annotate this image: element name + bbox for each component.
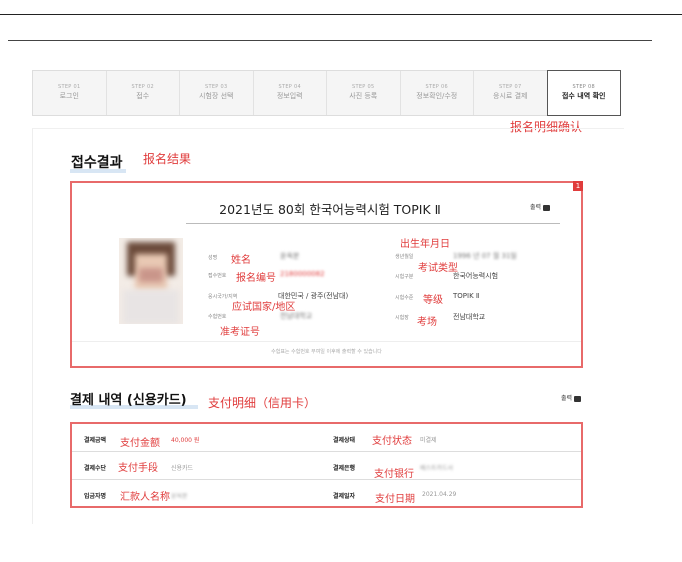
step-2[interactable]: STEP 02 접수 (107, 71, 180, 115)
status-label: 결제상태 (333, 437, 356, 444)
ticket-value: 전남대학교 (280, 312, 313, 320)
method-label: 결제수단 (84, 465, 107, 472)
site-label: 시험장 (395, 315, 409, 321)
annotation-status: 支付状态 (372, 436, 412, 447)
step-number: STEP 07 (499, 84, 522, 90)
annotation-name: 姓名 (231, 255, 251, 266)
reg-number-label: 접수번호 (208, 273, 227, 279)
bank-value: 베스트카드사 (420, 465, 454, 472)
step-4[interactable]: STEP 04 정보입력 (254, 71, 327, 115)
amount-value: 40,000 원 (171, 437, 200, 444)
step-6[interactable]: STEP 06 정보확인/수정 (401, 71, 474, 115)
row-divider (72, 451, 581, 452)
print-label: 출력 (530, 204, 542, 211)
annotation-date: 支付日期 (375, 494, 415, 505)
print-button-result[interactable]: 출력 (530, 202, 551, 211)
birth-label: 생년월일 (395, 254, 414, 260)
amount-label: 결제금액 (84, 437, 107, 444)
step-number: STEP 06 (425, 84, 448, 90)
header-divider (8, 40, 652, 41)
level-label: 시험수준 (395, 295, 414, 301)
date-value: 2021.04.29 (422, 491, 457, 498)
level-value: TOPIK Ⅱ (453, 292, 480, 300)
step-8-active[interactable]: STEP 08 접수 내역 확인 (546, 70, 621, 116)
method-value: 신용카드 (171, 465, 194, 472)
printer-icon (574, 395, 582, 402)
title-divider (186, 223, 560, 224)
ticket-label: 수험번호 (208, 314, 227, 320)
card-note-divider (72, 341, 581, 342)
ticket-note: 수험표는 수험번호 부여일 이후에 출력할 수 있습니다 (271, 349, 382, 355)
step-label: 응시료 결제 (493, 92, 528, 100)
payer-label: 입금자명 (84, 493, 107, 500)
birth-value: 1996 년 07 월 31일 (453, 252, 517, 260)
exam-type-label: 시험구분 (395, 274, 414, 280)
payer-value: 윤옥분 (171, 493, 188, 500)
annotation-result: 报名结果 (143, 152, 192, 166)
step-navigation: STEP 01 로그인 STEP 02 접수 STEP 03 시험장 선택 STEP … (32, 70, 621, 116)
step-7[interactable]: STEP 07 응시료 결제 (474, 71, 548, 115)
name-label: 성명 (208, 255, 218, 261)
step-number: STEP 05 (352, 84, 375, 90)
annotation-amount: 支付金额 (120, 438, 160, 449)
date-label: 결제일자 (333, 493, 356, 500)
annotation-birth: 出生年月日 (400, 239, 450, 250)
annotation-exam-type: 考试类型 (418, 263, 458, 274)
step-number: STEP 02 (131, 84, 154, 90)
step-number: STEP 04 (278, 84, 301, 90)
annotation-payer: 汇款人名称 (120, 492, 170, 503)
step-label: 접수 (136, 92, 150, 100)
annotation-site: 考场 (417, 317, 437, 328)
step-label: 정보입력 (276, 92, 303, 100)
print-button-payment[interactable]: 출력 (561, 393, 582, 402)
step-number: STEP 03 (205, 84, 228, 90)
name-value: 윤옥분 (280, 252, 300, 260)
annotation-method: 支付手段 (118, 463, 158, 474)
step-label: 정보확인/수정 (416, 92, 458, 100)
print-label: 출력 (561, 395, 573, 402)
step-3[interactable]: STEP 03 시험장 선택 (180, 71, 254, 115)
step-label: 접수 내역 확인 (561, 92, 606, 100)
step-5[interactable]: STEP 05 사진 등록 (327, 71, 401, 115)
payment-heading: 결제 내역 (신용카드) (70, 393, 187, 408)
annotation-level: 等级 (423, 295, 443, 306)
top-border (0, 14, 682, 15)
exam-type-value: 한국어능력시험 (453, 272, 499, 280)
step-label: 로그인 (59, 92, 79, 100)
annotation-payment: 支付明细（信用卡） (208, 396, 317, 410)
status-value: 미결제 (420, 437, 437, 444)
step-number: STEP 08 (572, 84, 595, 90)
printer-icon (543, 204, 551, 211)
annotation-ticket: 准考证号 (220, 327, 260, 338)
bank-label: 결제은행 (333, 465, 356, 472)
step-1[interactable]: STEP 01 로그인 (33, 71, 107, 115)
step-number: STEP 01 (58, 84, 81, 90)
card-badge: 1 (573, 181, 583, 191)
row-divider (72, 479, 581, 480)
result-heading: 접수결과 (71, 155, 123, 171)
step-label: 사진 등록 (349, 92, 378, 100)
reg-number-value: 2180000082 (280, 270, 325, 278)
step-label: 시험장 선택 (199, 92, 234, 100)
exam-title: 2021년도 80회 한국어능력시험 TOPIK Ⅱ (219, 202, 441, 217)
annotation-reg-no: 报名编号 (236, 273, 276, 284)
applicant-photo (119, 238, 183, 324)
annotation-bank: 支付银行 (374, 469, 414, 480)
site-value: 전남대학교 (453, 313, 486, 321)
